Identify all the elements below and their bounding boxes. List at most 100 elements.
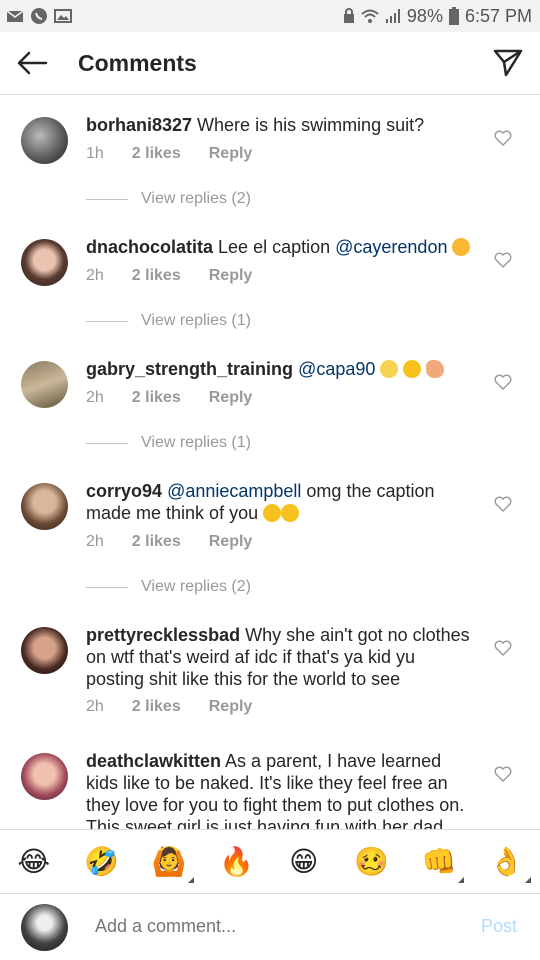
skin-tone-indicator bbox=[525, 876, 532, 883]
view-replies-button[interactable]: View replies (2) bbox=[86, 578, 251, 596]
ok-hand-emoji-icon: 👌 bbox=[489, 845, 525, 877]
grinning-emoji-icon: 😁 bbox=[289, 845, 319, 877]
like-heart-icon[interactable] bbox=[494, 130, 512, 146]
comment-time: 2h bbox=[86, 267, 104, 284]
comment-username[interactable]: deathclawkitten bbox=[86, 751, 221, 771]
tears-of-joy-emoji-icon: 😂 bbox=[17, 845, 51, 877]
comment-composer: Post bbox=[0, 893, 540, 960]
divider bbox=[86, 320, 128, 322]
emoji-button[interactable]: 🥴 bbox=[354, 845, 390, 879]
comment-meta: 2h 2 likes Reply bbox=[86, 389, 280, 407]
skin-tone-indicator bbox=[457, 876, 464, 883]
comment-text: corryo94 @anniecampbell omg the caption … bbox=[86, 481, 435, 523]
comment-time: 1h bbox=[86, 145, 104, 162]
laughing-emoji bbox=[263, 504, 282, 522]
comment-time: 2h bbox=[86, 389, 104, 406]
comment-time: 2h bbox=[86, 698, 104, 715]
heart-eyes-emoji bbox=[452, 238, 471, 256]
mention-link[interactable]: @cayerendon bbox=[335, 237, 447, 257]
send-icon bbox=[493, 49, 523, 77]
mention-link[interactable]: @anniecampbell bbox=[167, 481, 301, 501]
fist-bump-emoji-icon: 👊 bbox=[421, 845, 457, 877]
comment-meta: 2h 2 likes Reply bbox=[86, 698, 280, 716]
mail-icon bbox=[6, 10, 24, 22]
grimacing-emoji bbox=[380, 360, 399, 378]
laughing-emoji bbox=[403, 360, 422, 378]
comment-username[interactable]: prettyrecklessbad bbox=[86, 625, 240, 645]
post-button[interactable]: Post bbox=[481, 916, 517, 937]
signal-icon bbox=[385, 9, 400, 23]
comment-time: 2h bbox=[86, 533, 104, 550]
flexed-biceps-emoji bbox=[426, 360, 445, 378]
mention-link[interactable]: @capa90 bbox=[298, 359, 375, 379]
header: Comments bbox=[0, 32, 540, 95]
rofl-emoji-icon: 🤣 bbox=[84, 845, 120, 877]
comment-text: prettyrecklessbad Why she ain't got no c… bbox=[86, 625, 470, 689]
system-status: 98% 6:57 PM bbox=[343, 6, 532, 27]
gallery-icon bbox=[54, 9, 72, 23]
comment-username[interactable]: dnachocolatita bbox=[86, 237, 213, 257]
lock-icon bbox=[343, 8, 354, 23]
laughing-emoji bbox=[281, 504, 300, 522]
avatar[interactable] bbox=[21, 361, 68, 408]
quick-emoji-bar: 😂 🤣 🙆 🔥 😁 🥴 👊 👌 bbox=[0, 829, 540, 893]
emoji-button[interactable]: 🙆 bbox=[151, 845, 194, 883]
comment-username[interactable]: gabry_strength_training bbox=[86, 359, 293, 379]
avatar[interactable] bbox=[21, 753, 68, 800]
like-heart-icon[interactable] bbox=[494, 766, 512, 782]
status-bar: 98% 6:57 PM bbox=[0, 0, 540, 32]
whatsapp-icon bbox=[31, 8, 47, 24]
emoji-button[interactable]: 👊 bbox=[421, 845, 464, 883]
back-button[interactable] bbox=[0, 32, 64, 95]
reply-button[interactable]: Reply bbox=[209, 533, 253, 551]
divider bbox=[86, 442, 128, 444]
likes-count[interactable]: 2 likes bbox=[132, 389, 181, 407]
share-button[interactable] bbox=[476, 32, 540, 95]
fire-emoji-icon: 🔥 bbox=[219, 845, 255, 877]
reply-button[interactable]: Reply bbox=[209, 267, 253, 285]
clock: 6:57 PM bbox=[464, 5, 532, 26]
view-replies-button[interactable]: View replies (1) bbox=[86, 312, 251, 330]
notification-icons bbox=[6, 7, 72, 25]
likes-count[interactable]: 2 likes bbox=[132, 698, 181, 716]
battery-percent: 98% bbox=[406, 5, 443, 26]
avatar[interactable] bbox=[21, 117, 68, 164]
comment-input[interactable] bbox=[95, 916, 455, 937]
reply-button[interactable]: Reply bbox=[209, 389, 253, 407]
emoji-button[interactable]: 👌 bbox=[489, 845, 532, 883]
reply-button[interactable]: Reply bbox=[209, 698, 253, 716]
emoji-button[interactable]: 😂 bbox=[17, 845, 51, 879]
reply-button[interactable]: Reply bbox=[209, 145, 253, 163]
comment-text: dnachocolatita Lee el caption @cayerendo… bbox=[86, 236, 476, 258]
page-title: Comments bbox=[78, 49, 197, 76]
view-replies-button[interactable]: View replies (1) bbox=[86, 434, 251, 452]
woozy-emoji-icon: 🥴 bbox=[354, 845, 390, 877]
emoji-button[interactable]: 🔥 bbox=[219, 845, 255, 879]
comments-list[interactable]: borhani8327 Where is his swimming suit? … bbox=[0, 96, 540, 829]
current-user-avatar bbox=[21, 904, 68, 951]
divider bbox=[86, 586, 128, 588]
comment-meta: 1h 2 likes Reply bbox=[86, 145, 280, 163]
comment-username[interactable]: corryo94 bbox=[86, 481, 162, 501]
like-heart-icon[interactable] bbox=[494, 374, 512, 390]
skin-tone-indicator bbox=[187, 876, 194, 883]
divider bbox=[86, 198, 128, 200]
avatar[interactable] bbox=[21, 627, 68, 674]
avatar[interactable] bbox=[21, 483, 68, 530]
likes-count[interactable]: 2 likes bbox=[132, 267, 181, 285]
battery-icon bbox=[448, 7, 459, 25]
like-heart-icon[interactable] bbox=[494, 496, 512, 512]
like-heart-icon[interactable] bbox=[494, 252, 512, 268]
avatar[interactable] bbox=[21, 239, 68, 286]
comment-text: gabry_strength_training @capa90 bbox=[86, 358, 476, 380]
emoji-button[interactable]: 🤣 bbox=[84, 845, 120, 879]
comment-username[interactable]: borhani8327 bbox=[86, 115, 192, 135]
likes-count[interactable]: 2 likes bbox=[132, 533, 181, 551]
like-heart-icon[interactable] bbox=[494, 640, 512, 656]
comment-meta: 2h 2 likes Reply bbox=[86, 533, 280, 551]
emoji-button[interactable]: 😁 bbox=[287, 845, 321, 879]
comment-text: deathclawkitten As a parent, I have lear… bbox=[86, 751, 465, 829]
person-gesturing-ok-emoji-icon: 🙆 bbox=[151, 845, 187, 877]
view-replies-button[interactable]: View replies (2) bbox=[86, 190, 251, 208]
likes-count[interactable]: 2 likes bbox=[132, 145, 181, 163]
